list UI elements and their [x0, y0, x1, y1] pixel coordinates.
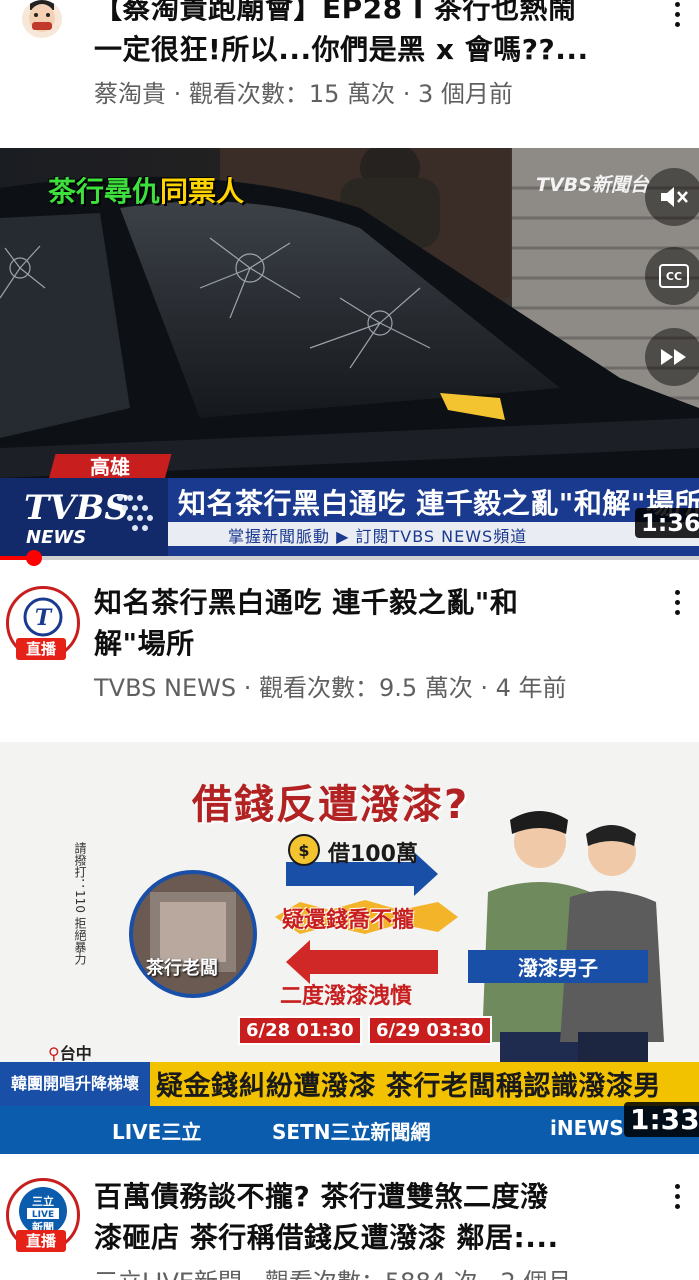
- svg-text:$: $: [298, 841, 309, 860]
- mute-icon[interactable]: [645, 168, 699, 226]
- live-badge: 直播: [16, 1230, 66, 1252]
- channel-name[interactable]: 蔡淘貴: [94, 80, 166, 108]
- inews-logo: iNEWS: [550, 1116, 624, 1140]
- more-options-icon[interactable]: [665, 0, 689, 34]
- svg-text:T: T: [35, 605, 53, 631]
- location-tag: 高雄: [48, 454, 172, 480]
- video-thumbnail-2[interactable]: 茶行尋仇同票人 TVBS新聞台 CC 高雄 TVBS NEWS 知名茶行黑白通吃…: [0, 148, 699, 560]
- video-duration: 1:36: [635, 508, 699, 538]
- tvbs-logo: TVBS NEWS: [0, 478, 168, 560]
- video-item-3[interactable]: 三立 LIVE 新聞 直播 百萬債務談不攏? 茶行遭雙煞二度潑 漆砸店 茶行稱借…: [0, 1154, 699, 1280]
- tvbs-watermark: TVBS新聞台: [536, 174, 649, 196]
- view-count: 觀看次數：15 萬次: [188, 80, 396, 108]
- video-title[interactable]: 知名茶行黑白通吃 連千毅之亂"和 解"場所: [94, 582, 654, 664]
- live-sanli-logo: LIVE三立: [112, 1120, 202, 1144]
- upload-age: 3 個月前: [417, 80, 513, 108]
- thumb-borrow: 借100萬: [328, 842, 418, 867]
- video-title[interactable]: 【蔡淘貴跑廟會】EP28 I 茶行也熱鬧 一定很狂!所以...你們是黑 x 會嗎…: [94, 0, 674, 70]
- thumb-suspect: 疑還錢喬不攏: [282, 908, 415, 933]
- upload-age: 4 年前: [495, 674, 567, 702]
- fast-forward-icon[interactable]: [645, 328, 699, 386]
- thumb-location: ⚲台中: [48, 1044, 92, 1063]
- thumb-date2: 6/29 03:30: [368, 1016, 492, 1045]
- news-banner: TVBS NEWS 知名茶行黑白通吃 連千毅之亂"和解"場所 掌握新聞脈動 ▶ …: [0, 478, 699, 560]
- thumb-second: 二度潑漆洩憤: [280, 984, 413, 1009]
- cartoon-face-icon: [29, 0, 55, 32]
- svg-text:LIVE: LIVE: [32, 1210, 54, 1220]
- more-options-icon[interactable]: [665, 1176, 689, 1216]
- thumb-date1: 6/28 01:30: [238, 1016, 362, 1045]
- map-pin-icon: ⚲: [48, 1044, 60, 1063]
- video-item-1[interactable]: 【蔡淘貴跑廟會】EP28 I 茶行也熱鬧 一定很狂!所以...你們是黑 x 會嗎…: [0, 0, 699, 120]
- svg-text:CC: CC: [666, 270, 682, 283]
- thumb-question: 借錢反遭潑漆?: [192, 782, 470, 828]
- svg-text:三立: 三立: [32, 1194, 54, 1208]
- video-item-2[interactable]: T 直播 知名茶行黑白通吃 連千毅之亂"和 解"場所 TVBS NEWS · 觀…: [0, 560, 699, 710]
- live-badge: 直播: [16, 638, 66, 660]
- more-options-icon[interactable]: [665, 582, 689, 622]
- thumb-owner-label: 茶行老闆: [146, 958, 218, 979]
- channel-avatar[interactable]: [22, 0, 62, 38]
- captions-icon[interactable]: CC: [645, 247, 699, 305]
- video-meta: TVBS NEWS · 觀看次數：9.5 萬次 · 4 年前: [94, 674, 567, 702]
- setn-logo: SETN三立新聞網: [272, 1120, 431, 1144]
- video-thumbnail-3[interactable]: $ 借錢反遭潑漆? 借100萬 疑還錢喬不攏 二度潑漆洩憤 6/28 01:30…: [0, 742, 699, 1154]
- video-meta: 三立LIVE新聞 · 觀看次數：5884 次 · 2 個月: [94, 1262, 571, 1280]
- view-count: 觀看次數：9.5 萬次: [258, 674, 473, 702]
- video-meta: 蔡淘貴 · 觀看次數：15 萬次 · 3 個月前: [94, 80, 513, 108]
- video-duration: 1:33: [624, 1102, 699, 1137]
- thumb-headline: 茶行尋仇同票人: [48, 175, 245, 208]
- tvbs-dots-icon: [117, 495, 153, 531]
- news-banner: 韓團開唱升降梯壞 疑金錢糾紛遭潑漆 茶行老闆稱認識潑漆男 LIVE三立 SETN…: [0, 1062, 699, 1154]
- thumb-men-label: 潑漆男子: [468, 950, 648, 983]
- thumb-hotline: 請撥打：110 拒絕暴力: [73, 842, 87, 965]
- video-title[interactable]: 百萬債務談不攏? 茶行遭雙煞二度潑 漆砸店 茶行稱借錢反遭潑漆 鄰居:...: [94, 1176, 674, 1258]
- channel-name[interactable]: TVBS NEWS: [94, 674, 236, 702]
